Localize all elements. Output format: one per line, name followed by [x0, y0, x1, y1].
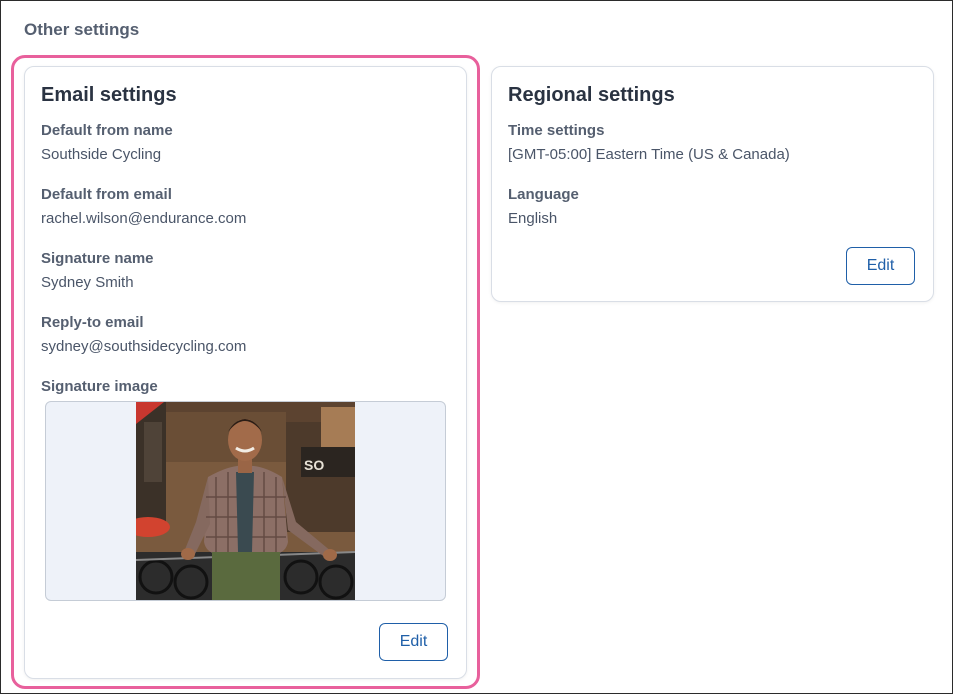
- regional-settings-card: Regional settings Time settings [GMT-05:…: [491, 66, 934, 302]
- signature-image-frame: SO: [45, 401, 446, 601]
- regional-settings-title: Regional settings: [508, 84, 675, 106]
- language-value: English: [508, 210, 558, 227]
- signature-name-value: Sydney Smith: [41, 274, 134, 291]
- default-from-name-label: Default from name: [41, 122, 173, 139]
- language-label: Language: [508, 186, 579, 203]
- reply-to-email-value: sydney@southsidecycling.com: [41, 338, 247, 355]
- time-settings-label: Time settings: [508, 122, 605, 139]
- email-settings-title: Email settings: [41, 84, 177, 106]
- default-from-name-value: Southside Cycling: [41, 146, 162, 163]
- email-settings-card: Email settings Default from name Southsi…: [24, 66, 467, 679]
- signature-photo: SO: [136, 402, 355, 600]
- signature-image-label: Signature image: [41, 378, 158, 395]
- email-settings-edit-button[interactable]: Edit: [379, 623, 448, 661]
- svg-text:SO: SO: [304, 457, 324, 473]
- time-settings-value: [GMT-05:00] Eastern Time (US & Canada): [508, 146, 790, 163]
- reply-to-email-label: Reply-to email: [41, 314, 144, 331]
- default-from-email-label: Default from email: [41, 186, 172, 203]
- regional-settings-edit-button[interactable]: Edit: [846, 247, 915, 285]
- section-title: Other settings: [24, 20, 140, 39]
- signature-name-label: Signature name: [41, 250, 154, 267]
- default-from-email-value: rachel.wilson@endurance.com: [41, 210, 247, 227]
